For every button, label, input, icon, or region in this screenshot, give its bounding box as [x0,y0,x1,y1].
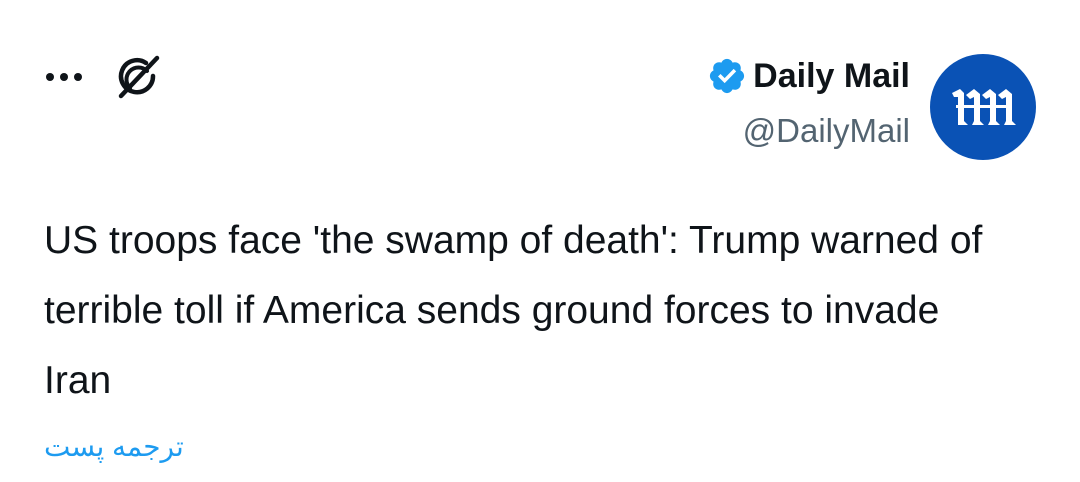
translate-post-link[interactable]: ترجمه پست [44,430,184,463]
more-dots-icon [46,73,82,81]
user-handle[interactable]: @DailyMail [707,112,910,150]
verified-badge-icon [710,58,745,94]
daily-mail-logo [952,89,1016,125]
tweet: Daily Mail @DailyMail US troops face 'th… [0,0,1080,482]
grok-icon [118,55,160,99]
tweet-text: US troops face 'the swamp of death': Tru… [44,219,983,402]
tweet-actions [44,52,164,102]
name-row: Daily Mail [707,52,910,100]
display-name[interactable]: Daily Mail [753,57,910,96]
grok-button[interactable] [114,52,164,102]
author-info[interactable]: Daily Mail @DailyMail [707,52,910,150]
more-button[interactable] [44,55,84,99]
avatar[interactable] [930,54,1036,160]
